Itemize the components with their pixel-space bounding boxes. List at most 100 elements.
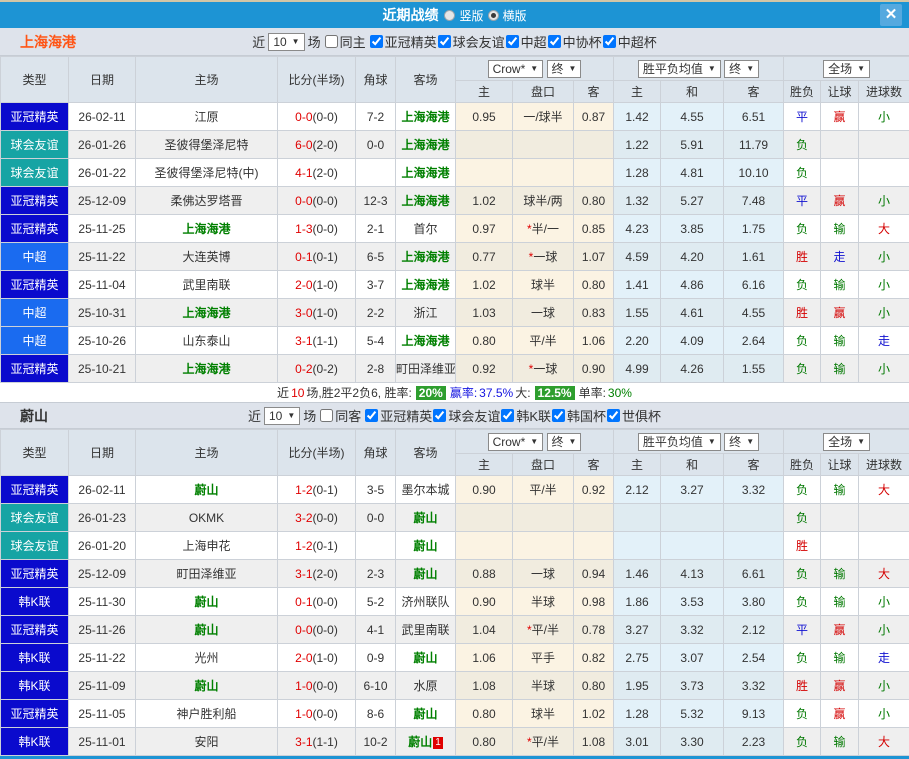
league-label: 亚冠精英 — [385, 32, 437, 51]
league-filter[interactable]: 亚冠精英 — [369, 32, 437, 51]
avg-home-cell: 1.46 — [614, 560, 661, 588]
league-checkbox[interactable] — [548, 35, 561, 48]
corner-cell — [356, 159, 396, 187]
let-result-cell: 赢 — [821, 616, 859, 644]
same-away-filter[interactable]: 同客 — [319, 406, 361, 425]
win-odds-label: 赢率: — [450, 384, 477, 401]
final-avg-select[interactable]: 终▼ — [724, 60, 759, 78]
avg-home-cell — [614, 532, 661, 560]
league-checkbox[interactable] — [607, 409, 620, 422]
handicap-cell: 半球 — [513, 588, 574, 616]
league-filter[interactable]: 球会友谊 — [432, 406, 500, 425]
focus-team-name: 上海海港 — [182, 362, 230, 376]
league-checkbox[interactable] — [501, 409, 514, 422]
away-team-cell: 上海海港 — [396, 243, 456, 271]
bookmaker-select[interactable]: Crow*▼ — [488, 60, 544, 78]
avg-odds-select[interactable]: 胜平负均值▼ — [638, 60, 721, 78]
avg-home-cell: 1.22 — [614, 131, 661, 159]
result-cell: 负 — [784, 560, 821, 588]
match-type-badge: 球会友谊 — [1, 504, 69, 532]
handicap-cell: 球半/两 — [513, 187, 574, 215]
avg-away-cell — [724, 504, 784, 532]
score-cell: 0-1(0-0) — [278, 588, 356, 616]
final-odds-value: 终 — [552, 434, 564, 450]
league-filter[interactable]: 韩国杯 — [551, 406, 606, 425]
goal-result-cell: 走 — [859, 327, 909, 355]
away-team-cell: 蔚山 — [396, 644, 456, 672]
match-date: 25-11-04 — [69, 271, 136, 299]
same-home-checkbox[interactable] — [325, 35, 338, 48]
final-avg-select[interactable]: 终▼ — [724, 433, 759, 451]
league-filter[interactable]: 世俱杯 — [606, 406, 661, 425]
match-type-badge: 亚冠精英 — [1, 476, 69, 504]
league-filter[interactable]: 中协杯 — [547, 32, 602, 51]
unit-label: 场 — [303, 406, 316, 425]
league-checkbox[interactable] — [438, 35, 451, 48]
league-checkbox[interactable] — [603, 35, 616, 48]
league-checkbox[interactable] — [433, 409, 446, 422]
score-cell: 3-1(2-0) — [278, 560, 356, 588]
away-team-cell: 上海海港 — [396, 271, 456, 299]
final-odds-select[interactable]: 终▼ — [547, 433, 582, 451]
odds-away-cell: 0.85 — [574, 215, 614, 243]
league-filter[interactable]: 球会友谊 — [437, 32, 505, 51]
same-home-filter[interactable]: 同主 — [324, 32, 366, 51]
half-score: (0-1) — [313, 483, 338, 497]
handicap-cell: 平/半 — [513, 327, 574, 355]
home-team-cell: 上海海港 — [136, 215, 278, 243]
match-row: 球会友谊26-01-23OKMK3-2(0-0)0-0蔚山负 — [1, 504, 909, 532]
match-row: 亚冠精英25-12-09柔佛达罗塔晋0-0(0-0)12-3上海海港1.02球半… — [1, 187, 909, 215]
goal-result-cell: 小 — [859, 103, 909, 131]
avg-home-cell: 2.20 — [614, 327, 661, 355]
full-score: 0-2 — [295, 362, 312, 376]
league-filter[interactable]: 中超杯 — [602, 32, 657, 51]
match-date: 25-11-22 — [69, 644, 136, 672]
avg-draw-cell — [661, 504, 724, 532]
away-team-cell: 武里南联 — [396, 616, 456, 644]
radio-horizontal-layout[interactable] — [488, 10, 499, 21]
radio-vertical-layout[interactable] — [444, 10, 455, 21]
league-checkbox[interactable] — [506, 35, 519, 48]
away-team-cell: 上海海港 — [396, 187, 456, 215]
avg-home-cell: 2.75 — [614, 644, 661, 672]
half-score: (0-1) — [313, 539, 338, 553]
scope-select[interactable]: 全场▼ — [823, 60, 870, 78]
close-button[interactable]: ✕ — [880, 4, 902, 26]
match-row: 亚冠精英26-02-11江原0-0(0-0)7-2上海海港0.95一/球半0.8… — [1, 103, 909, 131]
score-cell: 3-0(1-0) — [278, 299, 356, 327]
let-result-cell — [821, 504, 859, 532]
league-filter[interactable]: 亚冠精英 — [364, 406, 432, 425]
odds-away-cell: 0.80 — [574, 672, 614, 700]
goal-result-cell: 大 — [859, 560, 909, 588]
home-team-cell: 上海海港 — [136, 299, 278, 327]
team-name-ulsan: 蔚山 — [20, 406, 48, 426]
score-cell: 2-0(1-0) — [278, 644, 356, 672]
match-row: 亚冠精英25-12-09町田泽维亚3-1(2-0)2-3蔚山0.88一球0.94… — [1, 560, 909, 588]
league-filter[interactable]: 韩K联 — [500, 406, 551, 425]
match-count-select[interactable]: 10 ▼ — [268, 33, 304, 51]
avg-draw-cell: 4.55 — [661, 103, 724, 131]
half-score: (0-0) — [313, 222, 338, 236]
score-cell: 0-1(0-1) — [278, 243, 356, 271]
league-checkbox[interactable] — [552, 409, 565, 422]
scope-select[interactable]: 全场▼ — [823, 433, 870, 451]
match-row: 韩K联25-11-30蔚山0-1(0-0)5-2济州联队0.90半球0.981.… — [1, 588, 909, 616]
bookmaker-select[interactable]: Crow*▼ — [488, 433, 544, 451]
avg-odds-select[interactable]: 胜平负均值▼ — [638, 433, 721, 451]
goal-result-cell — [859, 131, 909, 159]
league-checkbox[interactable] — [370, 35, 383, 48]
let-result-cell — [821, 159, 859, 187]
match-count-select[interactable]: 10 ▼ — [264, 407, 300, 425]
scope-value: 全场 — [828, 61, 852, 77]
league-filter[interactable]: 中超 — [505, 32, 547, 51]
same-away-checkbox[interactable] — [320, 409, 333, 422]
full-score: 3-2 — [295, 511, 312, 525]
full-score: 2-0 — [295, 278, 312, 292]
league-checkbox[interactable] — [365, 409, 378, 422]
col-odds-away: 客 — [574, 81, 614, 103]
home-team-cell: 安阳 — [136, 728, 278, 756]
final-odds-select[interactable]: 终▼ — [547, 60, 582, 78]
result-cell: 胜 — [784, 243, 821, 271]
avg-home-cell: 1.86 — [614, 588, 661, 616]
score-cell: 0-0(0-0) — [278, 616, 356, 644]
